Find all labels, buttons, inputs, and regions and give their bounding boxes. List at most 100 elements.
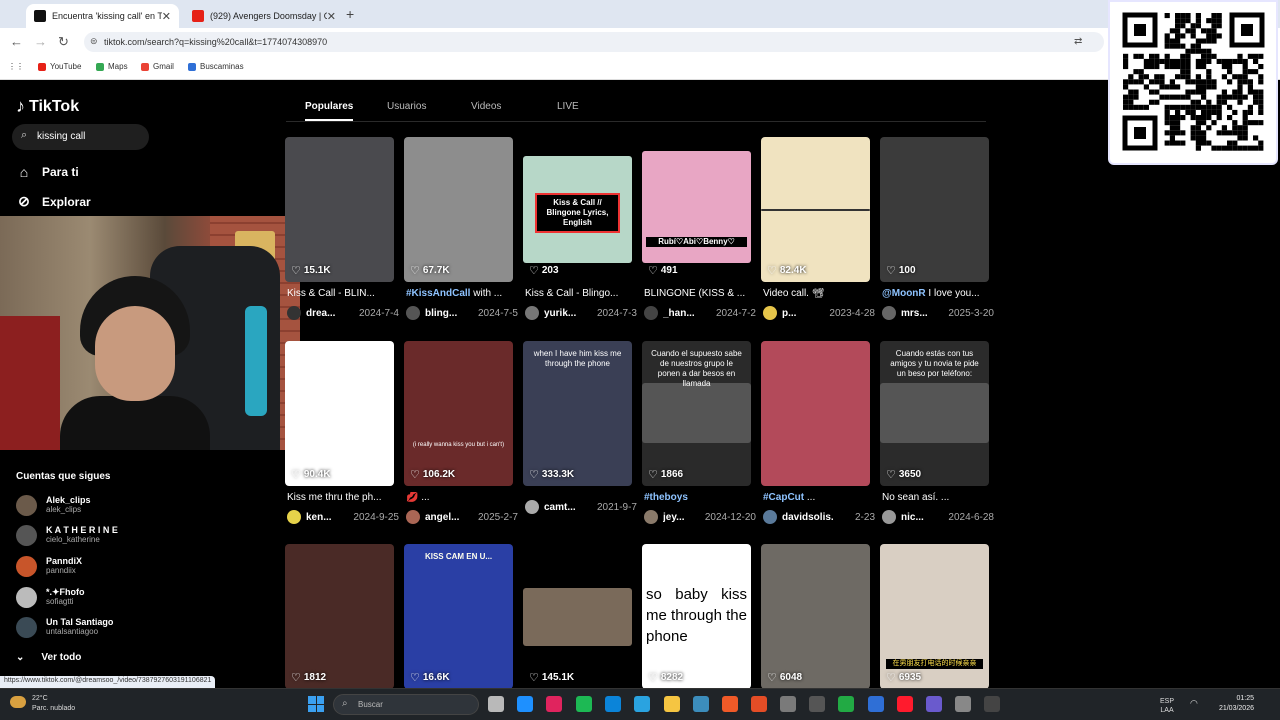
hashtag-link[interactable]: 💋 [406,492,418,503]
hashtag-link[interactable]: #CapCut [763,492,804,503]
windows-start-icon[interactable] [308,696,324,712]
bookmark-maps[interactable]: Maps [96,62,128,71]
video-thumbnail[interactable]: ♡ 6048 [761,544,870,689]
video-caption[interactable]: #theboys [644,492,754,503]
translate-icon[interactable]: ⇄ [1074,36,1082,47]
nav-para-ti[interactable]: ⌂ Para ti [16,164,79,180]
system-clock[interactable]: 01:25 21/03/2026 [1212,694,1254,714]
followed-account[interactable]: K A T H E R I N Ecielo_katherine [16,522,118,548]
video-caption[interactable]: 💋 ... [406,492,516,503]
video-author[interactable]: nic... 2024-6-28 [882,509,994,525]
video-caption[interactable]: Kiss & Call - BLIN... [287,288,397,299]
taskbar-app-icon[interactable] [664,696,680,712]
tab-live[interactable]: LIVE [557,101,579,112]
video-thumbnail[interactable]: 在男朋友打电话的时候亲亲 ♡ 6935 [880,544,989,689]
reload-icon[interactable]: ↻ [58,34,69,50]
video-thumbnail[interactable]: so baby kiss me through the phone ♡ 8282 [642,544,751,689]
video-thumbnail[interactable]: ♡ 15.1K [285,137,394,282]
taskbar-app-icon[interactable] [955,696,971,712]
taskbar-app-icon[interactable] [809,696,825,712]
video-author[interactable]: jey... 2024-12-20 [644,509,756,525]
video-thumbnail[interactable]: (i really wanna kiss you but i can't) ♡ 10… [404,341,513,486]
hashtag-link[interactable]: #theboys [644,492,688,503]
video-thumbnail[interactable]: KISS CAM EN U... ♡ 16.6K [404,544,513,689]
bookmark-youtube[interactable]: YouTube [38,62,81,71]
hashtag-link[interactable]: #KissAndCall [406,288,470,299]
video-thumbnail[interactable]: Kiss & Call // Blingone Lyrics, English ♡… [523,137,632,282]
see-all-link[interactable]: ⌄ Ver todo [16,652,81,663]
video-caption[interactable]: @MoonR I love you... [882,288,992,299]
close-tab-icon[interactable]: ✕ [327,10,336,23]
video-thumbnail[interactable]: Rubí♡Abi♡Benny♡ ♡ 491 [642,137,751,282]
taskbar-app-icon[interactable] [693,696,709,712]
video-caption[interactable]: No sean así. ... [882,492,992,503]
followed-account[interactable]: *.✦Fhofo sofiagtti [16,584,85,610]
tab-videos[interactable]: Videos [471,101,501,112]
followed-account[interactable]: PanndiX panndiix [16,553,82,579]
tiktok-logo[interactable]: ♪ TikTok [16,96,79,117]
taskbar-search[interactable]: ⌕ Buscar [333,694,479,715]
forward-icon[interactable]: → [34,34,47,49]
site-info-icon[interactable]: ⊜ [90,36,98,47]
video-thumbnail[interactable]: ♡ 67.7K [404,137,513,282]
video-thumbnail[interactable]: ♡ 90.4K [285,341,394,486]
video-author[interactable]: angel... 2025-2-7 [406,509,518,525]
nav-explorar[interactable]: ⊘ Explorar [16,193,91,210]
video-thumbnail[interactable]: ♡ 100 [880,137,989,282]
video-caption[interactable]: #CapCut ... [763,492,873,503]
hashtag-link[interactable]: @MoonR [882,288,926,299]
taskbar-app-icon[interactable] [838,696,854,712]
video-author[interactable]: drea... 2024-7-4 [287,305,399,321]
taskbar-app-icon[interactable] [984,696,1000,712]
browser-tab-tiktok[interactable]: Encuentra 'kissing call' en TikTo ✕ [26,4,179,28]
video-thumbnail[interactable]: ♡ 82.4K [761,137,870,282]
bookmark-gmail[interactable]: Gmail [141,62,174,71]
video-author[interactable]: yurik... 2024-7-3 [525,305,637,321]
close-tab-icon[interactable]: ✕ [162,10,171,23]
taskbar-app-icon[interactable] [751,696,767,712]
video-thumbnail[interactable]: ♡ 1812 [285,544,394,689]
video-author[interactable]: _han... 2024-7-2 [644,305,756,321]
video-author[interactable]: p... 2023-4-28 [763,305,875,321]
new-tab-icon[interactable]: + [346,6,354,22]
back-icon[interactable]: ← [10,34,23,49]
browser-tab-youtube[interactable]: (929) Avengers Doomsday | Offi ✕ [184,4,344,28]
tab-populares[interactable]: Populares [305,101,354,121]
language-indicator[interactable]: ESP LAA [1160,697,1174,715]
video-author[interactable]: davidsolis... 2-23 [763,509,875,525]
video-author[interactable]: ken... 2024-9-25 [287,509,399,525]
bookmark-buscaminas[interactable]: Buscaminas [188,62,244,71]
apps-icon[interactable]: ⋮⋮ [8,62,24,71]
taskbar-app-icon[interactable] [517,696,533,712]
taskbar-app-icon[interactable] [634,696,650,712]
wifi-icon[interactable]: ◠ [1190,699,1198,708]
video-author[interactable]: camt... 2021-9-7 [525,499,637,515]
taskbar-app-icon[interactable] [926,696,942,712]
followed-account[interactable]: Un Tal Santiago untalsantiagoo [16,614,113,640]
taskbar-app-icon[interactable] [897,696,913,712]
video-caption[interactable]: BLINGONE (KISS & ... [644,288,754,299]
taskbar-app-icon[interactable] [605,696,621,712]
taskbar-app-icon[interactable] [780,696,796,712]
tab-usuarios[interactable]: Usuarios [387,101,426,112]
video-thumbnail[interactable] [761,341,870,486]
video-caption[interactable]: Kiss & Call - Blingo... [525,288,635,299]
weather-widget[interactable]: 22°C Parc. nublado [10,694,75,714]
video-caption[interactable]: Video call. 📽 [763,288,873,299]
video-thumbnail[interactable]: when I have him kiss me through the phon… [523,341,632,486]
taskbar-app-icon[interactable] [488,696,504,712]
video-caption[interactable]: #KissAndCall with ... [406,288,516,299]
video-author[interactable]: mrs... 2025-3-20 [882,305,994,321]
taskbar-app-icon[interactable] [868,696,884,712]
video-caption[interactable]: Kiss me thru the ph... [287,492,397,503]
url-field[interactable]: ⊜ tiktok.com/search?q=kissing%20call&t=1… [84,32,1104,52]
taskbar-app-icon[interactable] [576,696,592,712]
search-input[interactable]: ⌕ kissing call [12,124,149,150]
video-thumbnail[interactable]: ♡ 145.1K [523,544,632,689]
video-thumbnail[interactable]: Cuando el supuesto sabe de nuestros grup… [642,341,751,486]
taskbar-app-icon[interactable] [546,696,562,712]
taskbar-app-icon[interactable] [722,696,738,712]
followed-account[interactable]: Alek_clips alek_clips [16,492,91,518]
video-author[interactable]: bling... 2024-7-5 [406,305,518,321]
video-thumbnail[interactable]: Cuando estás con tus amigos y tu novia t… [880,341,989,486]
